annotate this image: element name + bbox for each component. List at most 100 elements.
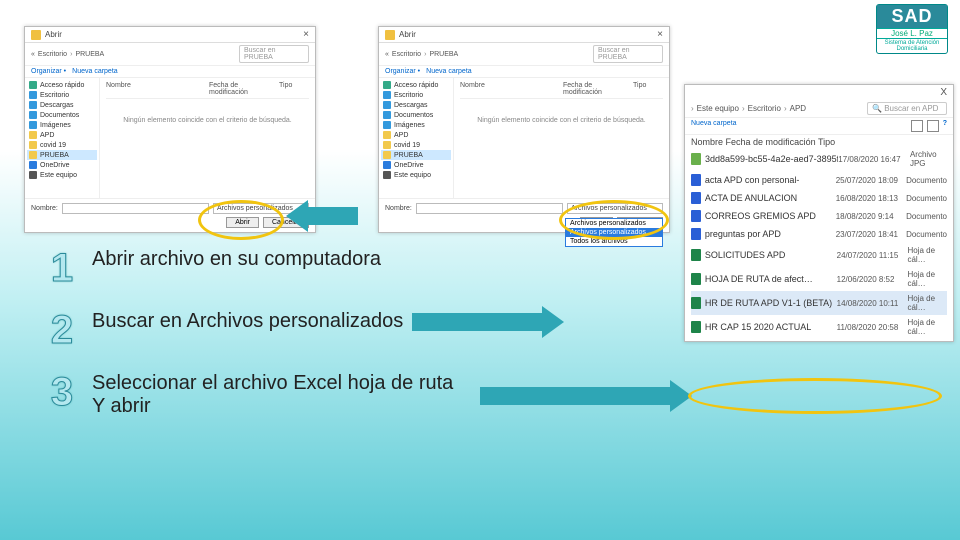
file-row[interactable]: SOLICITUDES APD24/07/2020 11:15Hoja de c… bbox=[691, 243, 947, 267]
chevron-right-icon: › bbox=[424, 51, 426, 58]
dialog-sidebar: Acceso rápidoEscritorioDescargasDocument… bbox=[379, 78, 454, 198]
col-modified[interactable]: Fecha de modificación bbox=[726, 137, 816, 147]
sidebar-item[interactable]: APD bbox=[27, 130, 97, 140]
file-row[interactable]: HOJA DE RUTA de afect…12/06/2020 8:52Hoj… bbox=[691, 267, 947, 291]
file-date: 24/07/2020 11:15 bbox=[837, 251, 908, 260]
col-type[interactable]: Tipo bbox=[279, 82, 309, 96]
breadcrumb[interactable]: « Escritorio › PRUEBA Buscar en PRUEBA bbox=[25, 43, 315, 66]
crumb-desktop[interactable]: Escritorio bbox=[392, 51, 421, 58]
file-row[interactable]: preguntas por APD23/07/2020 18:41Documen… bbox=[691, 225, 947, 243]
crumb-folder[interactable]: PRUEBA bbox=[429, 51, 458, 58]
help-icon[interactable]: ? bbox=[943, 120, 947, 132]
crumb-folder[interactable]: PRUEBA bbox=[75, 51, 104, 58]
file-row[interactable]: ACTA DE ANULACION16/08/2020 18:13Documen… bbox=[691, 189, 947, 207]
col-type[interactable]: Tipo bbox=[818, 137, 835, 147]
sidebar-item[interactable]: Este equipo bbox=[27, 170, 97, 180]
search-input[interactable]: Buscar en PRUEBA bbox=[593, 45, 663, 63]
crumb-back[interactable]: « bbox=[31, 51, 35, 58]
folder-icon bbox=[383, 81, 391, 89]
sidebar-item[interactable]: Acceso rápido bbox=[27, 80, 97, 90]
sidebar-item[interactable]: Escritorio bbox=[381, 90, 451, 100]
close-icon[interactable]: × bbox=[303, 29, 309, 40]
file-type: Archivo JPG bbox=[910, 150, 947, 168]
breadcrumb[interactable]: « Escritorio › PRUEBA Buscar en PRUEBA bbox=[379, 43, 669, 66]
sidebar-label: Documentos bbox=[40, 112, 79, 119]
dialog-file-pane: Nombre Fecha de modificación Tipo Ningún… bbox=[454, 78, 669, 198]
col-modified[interactable]: Fecha de modificación bbox=[209, 82, 279, 96]
step-text: Abrir archivo en su computadora bbox=[92, 248, 381, 271]
search-input[interactable]: 🔍 Buscar en APD bbox=[867, 102, 947, 115]
file-type: Documento bbox=[906, 194, 947, 203]
sidebar-item[interactable]: Descargas bbox=[27, 100, 97, 110]
step-number: 2 bbox=[40, 310, 84, 350]
file-filter-dropdown[interactable]: Archivos personalizados bbox=[567, 203, 663, 214]
view-icon[interactable] bbox=[911, 120, 923, 132]
filename-input[interactable] bbox=[62, 203, 209, 214]
sidebar-item[interactable]: Descargas bbox=[381, 100, 451, 110]
view-list-icon[interactable] bbox=[927, 120, 939, 132]
file-row[interactable]: HR DE RUTA APD V1-1 (BETA)14/08/2020 10:… bbox=[691, 291, 947, 315]
col-modified[interactable]: Fecha de modificación bbox=[563, 82, 633, 96]
col-name[interactable]: Nombre bbox=[691, 137, 723, 147]
crumb-desktop[interactable]: Escritorio bbox=[748, 104, 781, 113]
column-headers[interactable]: Nombre Fecha de modificación Tipo bbox=[691, 137, 947, 147]
file-type: Documento bbox=[906, 212, 947, 221]
sidebar-item[interactable]: Imágenes bbox=[27, 120, 97, 130]
close-icon[interactable]: × bbox=[657, 29, 663, 40]
file-row[interactable]: CORREOS GREMIOS APD18/08/2020 9:14Docume… bbox=[691, 207, 947, 225]
dialog-toolbar: Organizar • Nueva carpeta bbox=[379, 66, 669, 78]
folder-icon bbox=[383, 111, 391, 119]
sidebar-item[interactable]: Documentos bbox=[381, 110, 451, 120]
folder-icon bbox=[29, 91, 37, 99]
filter-option[interactable]: Todos los archivos bbox=[566, 237, 662, 246]
breadcrumb[interactable]: › Este equipo › Escritorio › APD 🔍 Busca… bbox=[685, 100, 953, 118]
sidebar-label: OneDrive bbox=[40, 162, 70, 169]
file-row[interactable]: 3dd8a599-bc55-4a2e-aed7-3895f74d39c517/0… bbox=[691, 147, 947, 171]
sidebar-label: covid 19 bbox=[40, 142, 66, 149]
sidebar-item[interactable]: covid 19 bbox=[381, 140, 451, 150]
crumb-back[interactable]: « bbox=[385, 51, 389, 58]
sidebar-item[interactable]: OneDrive bbox=[381, 160, 451, 170]
filter-option[interactable]: Archivos personalizados bbox=[566, 228, 662, 237]
sidebar-item[interactable]: PRUEBA bbox=[381, 150, 451, 160]
new-folder-button[interactable]: Nueva carpeta bbox=[691, 120, 737, 132]
open-button[interactable]: Abrir bbox=[226, 217, 259, 228]
folder-icon bbox=[383, 131, 391, 139]
column-headers[interactable]: Nombre Fecha de modificación Tipo bbox=[460, 82, 663, 99]
col-name[interactable]: Nombre bbox=[460, 82, 563, 96]
search-input[interactable]: Buscar en PRUEBA bbox=[239, 45, 309, 63]
column-headers[interactable]: Nombre Fecha de modificación Tipo bbox=[106, 82, 309, 99]
empty-message: Ningún elemento coincide con el criterio… bbox=[106, 117, 309, 124]
file-row[interactable]: HR CAP 15 2020 ACTUAL11/08/2020 20:58Hoj… bbox=[691, 315, 947, 339]
organize-menu[interactable]: Organizar • bbox=[385, 68, 420, 75]
sidebar-item[interactable]: PRUEBA bbox=[27, 150, 97, 160]
crumb-thispc[interactable]: Este equipo bbox=[697, 104, 739, 113]
sidebar-item[interactable]: Escritorio bbox=[27, 90, 97, 100]
sidebar-item[interactable]: APD bbox=[381, 130, 451, 140]
file-filter-options[interactable]: Archivos personalizadosArchivos personal… bbox=[565, 218, 663, 247]
col-name[interactable]: Nombre bbox=[106, 82, 209, 96]
sidebar-item[interactable]: OneDrive bbox=[27, 160, 97, 170]
badge-caption: Sistema de Atención Domiciliaria bbox=[877, 39, 947, 53]
crumb-folder[interactable]: APD bbox=[790, 104, 806, 113]
sidebar-item[interactable]: Documentos bbox=[27, 110, 97, 120]
sidebar-item[interactable]: Acceso rápido bbox=[381, 80, 451, 90]
filter-option[interactable]: Archivos personalizados bbox=[566, 219, 662, 228]
new-folder-button[interactable]: Nueva carpeta bbox=[426, 68, 472, 75]
file-row[interactable]: acta APD con personal-25/07/2020 18:09Do… bbox=[691, 171, 947, 189]
new-folder-button[interactable]: Nueva carpeta bbox=[72, 68, 118, 75]
open-dialog-2: Abrir × « Escritorio › PRUEBA Buscar en … bbox=[378, 26, 670, 233]
col-type[interactable]: Tipo bbox=[633, 82, 663, 96]
sidebar-item[interactable]: covid 19 bbox=[27, 140, 97, 150]
file-icon bbox=[691, 228, 701, 240]
folder-icon bbox=[31, 30, 41, 40]
file-icon bbox=[691, 273, 701, 285]
dialog-toolbar: Organizar • Nueva carpeta bbox=[25, 66, 315, 78]
organize-menu[interactable]: Organizar • bbox=[31, 68, 66, 75]
sidebar-item[interactable]: Imágenes bbox=[381, 120, 451, 130]
file-date: 16/08/2020 18:13 bbox=[836, 194, 906, 203]
filename-input[interactable] bbox=[416, 203, 563, 214]
crumb-desktop[interactable]: Escritorio bbox=[38, 51, 67, 58]
sidebar-item[interactable]: Este equipo bbox=[381, 170, 451, 180]
close-icon[interactable]: X bbox=[685, 85, 953, 100]
